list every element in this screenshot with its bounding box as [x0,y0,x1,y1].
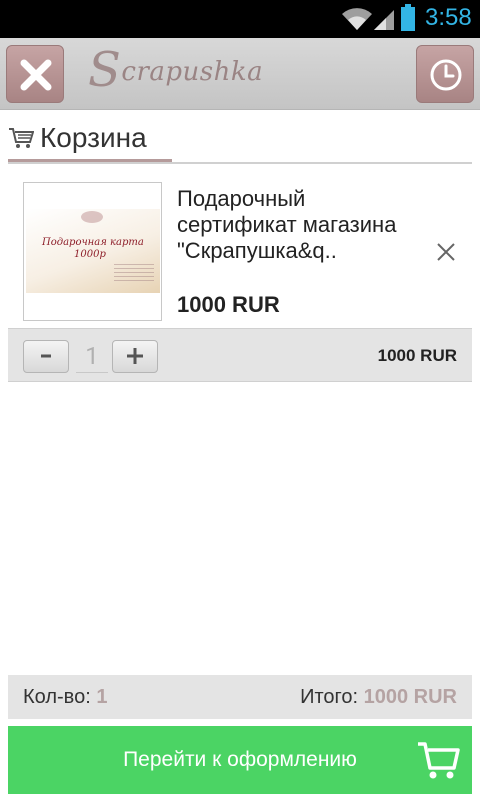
checkout-label: Перейти к оформлению [123,748,357,771]
status-time: 3:58 [425,4,472,31]
item-count: Кол-во: 1 [23,686,107,709]
gift-card-image: Подарочная карта 1000р [26,209,160,293]
card-text-1: Подарочная карта [42,237,144,248]
item-count-label: Кол-во: [23,686,91,708]
app-logo: Scrapushka [88,42,264,98]
order-total: Итого: 1000 RUR [300,686,457,709]
cart-icon [418,742,460,779]
history-button[interactable] [416,45,474,103]
card-logo [81,211,103,223]
decrease-quantity-button[interactable] [23,340,69,373]
cart-item[interactable]: Подарочная карта 1000р Подарочный сертиф… [8,172,472,328]
page-title: Корзина [8,122,147,154]
order-total-label: Итого: [300,686,359,708]
product-image[interactable]: Подарочная карта 1000р [23,182,162,321]
card-text-2: 1000р [74,249,106,260]
status-bar: 3:58 [0,0,480,38]
item-count-value: 1 [96,686,108,708]
quantity-row: 1 1000 RUR [8,328,472,382]
product-price: 1000 RUR [177,292,280,317]
card-fine-print [114,264,154,284]
title-divider [8,162,472,164]
minus-icon [41,354,51,358]
remove-item-icon[interactable] [436,242,456,262]
wifi-icon [342,8,372,30]
cart-summary: Кол-во: 1 Итого: 1000 RUR [8,675,472,719]
order-total-value: 1000 RUR [363,686,457,708]
line-total: 1000 RUR [377,346,457,365]
close-button[interactable] [6,45,64,103]
product-name[interactable]: Подарочный сертификат магазина "Скрапушк… [177,186,427,264]
battery-icon [401,4,415,31]
quantity-field[interactable]: 1 [76,340,108,373]
close-icon [20,59,52,91]
plus-icon [127,348,143,364]
increase-quantity-button[interactable] [112,340,158,373]
signal-icon [374,10,394,30]
cart-icon [9,128,34,148]
page-title-text: Корзина [40,122,147,153]
checkout-button[interactable]: Перейти к оформлению [8,726,472,794]
action-bar: Scrapushka [0,38,480,110]
clock-icon [430,59,462,91]
